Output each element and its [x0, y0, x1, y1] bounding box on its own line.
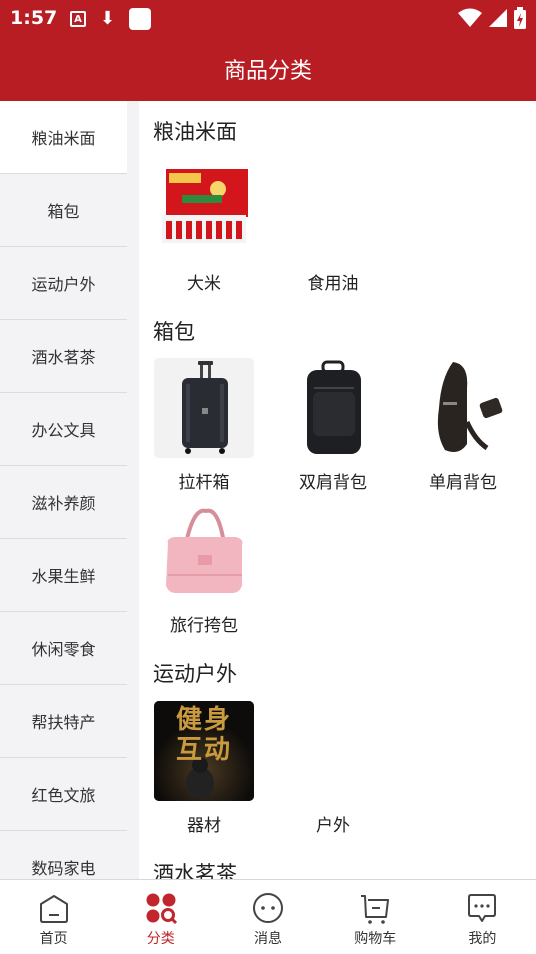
tab-category[interactable]: 分类 [107, 880, 214, 954]
wifi-icon [458, 8, 482, 27]
product-outdoor[interactable]: 户外 [278, 701, 388, 836]
sidebar-item-grain-oil[interactable]: 粮油米面 [0, 101, 127, 174]
download-icon: ⬇ [100, 8, 116, 29]
product-backpack[interactable]: 双肩背包 [278, 358, 388, 493]
fitness-poster-image: 健身 互动 [154, 701, 254, 801]
tab-profile[interactable]: 我的 [429, 880, 536, 954]
product-label: 食用油 [307, 274, 359, 294]
product-label: 单肩背包 [429, 473, 497, 493]
tab-label: 消息 [254, 931, 282, 947]
bottom-tab-bar: 首页 分类 消息 购物车 我的 [0, 879, 536, 954]
fitness-poster-text: 健身 互动 [175, 705, 232, 765]
sidebar-item-drinks-tea[interactable]: 酒水茗茶 [0, 320, 127, 393]
notification-icons: A ⬇ [70, 8, 152, 30]
product-rice[interactable]: 大米 [149, 159, 259, 294]
suitcase-image [154, 358, 254, 458]
tab-messages[interactable]: 消息 [214, 880, 321, 954]
product-label: 拉杆箱 [178, 473, 230, 493]
category-sidebar: 粮油米面 箱包 运动户外 酒水茗茶 办公文具 滋补养颜 水果生鲜 休闲零食 帮扶… [0, 101, 127, 879]
message-icon [253, 893, 283, 923]
sling-bag-image [413, 358, 513, 458]
sidebar-item-fruit-fresh[interactable]: 水果生鲜 [0, 539, 127, 612]
product-travel-bag[interactable]: 旅行挎包 [149, 501, 259, 636]
product-label: 旅行挎包 [170, 616, 238, 636]
cart-icon [361, 895, 390, 924]
product-suitcase[interactable]: 拉杆箱 [149, 358, 259, 493]
product-label: 户外 [316, 816, 350, 836]
sidebar-item-office-stationery[interactable]: 办公文具 [0, 393, 127, 466]
pink-bag-image [154, 501, 254, 601]
category-icon [146, 893, 177, 925]
app-notification-icon [129, 8, 152, 30]
tab-label: 我的 [468, 931, 497, 947]
product-cooking-oil[interactable]: 食用油 [278, 159, 388, 294]
sidebar-item-digital-appliances[interactable]: 数码家电 [0, 831, 127, 879]
section-title-drinks-tea: 酒水茗茶 [153, 862, 237, 879]
title-bar: 商品分类 [0, 37, 536, 101]
product-equipment[interactable]: 健身 互动 器材 [149, 701, 259, 836]
system-icons [458, 7, 526, 29]
rice-box-image [154, 159, 254, 259]
tab-label: 购物车 [354, 931, 397, 947]
section-title-sports-outdoor: 运动户外 [153, 662, 237, 686]
tab-home[interactable]: 首页 [0, 880, 107, 954]
a-notification-icon: A [70, 11, 86, 27]
status-bar: 1:57 A ⬇ [0, 0, 536, 37]
product-sling-bag[interactable]: 单肩背包 [408, 358, 518, 493]
backpack-image [283, 358, 383, 458]
tab-cart[interactable]: 购物车 [322, 880, 429, 954]
product-label: 双肩背包 [299, 473, 367, 493]
status-time: 1:57 [10, 7, 58, 29]
product-image-placeholder [283, 159, 383, 259]
signal-icon [489, 9, 507, 27]
category-content[interactable]: 粮油米面 大米 食用油 箱包 拉杆箱 双肩背包 单肩背包 旅行挎包 运动户外 健… [139, 101, 536, 879]
battery-icon [514, 7, 526, 29]
sidebar-item-red-tourism[interactable]: 红色文旅 [0, 758, 127, 831]
product-label: 大米 [187, 274, 221, 294]
section-title-grain-oil: 粮油米面 [153, 120, 237, 144]
page-title: 商品分类 [223, 59, 312, 84]
tab-label: 首页 [39, 931, 68, 947]
tab-label: 分类 [146, 931, 175, 947]
section-title-bags: 箱包 [153, 320, 195, 344]
product-image-placeholder [283, 701, 383, 801]
sidebar-item-snacks[interactable]: 休闲零食 [0, 612, 127, 685]
sidebar-item-bags[interactable]: 箱包 [0, 174, 127, 247]
sidebar-item-sports-outdoor[interactable]: 运动户外 [0, 247, 127, 320]
sidebar-item-poverty-specialty[interactable]: 帮扶特产 [0, 685, 127, 758]
profile-icon [468, 894, 497, 922]
sidebar-item-nourishment[interactable]: 滋补养颜 [0, 466, 127, 539]
product-label: 器材 [187, 816, 221, 836]
home-icon [39, 895, 68, 923]
sidebar-divider [127, 101, 139, 879]
